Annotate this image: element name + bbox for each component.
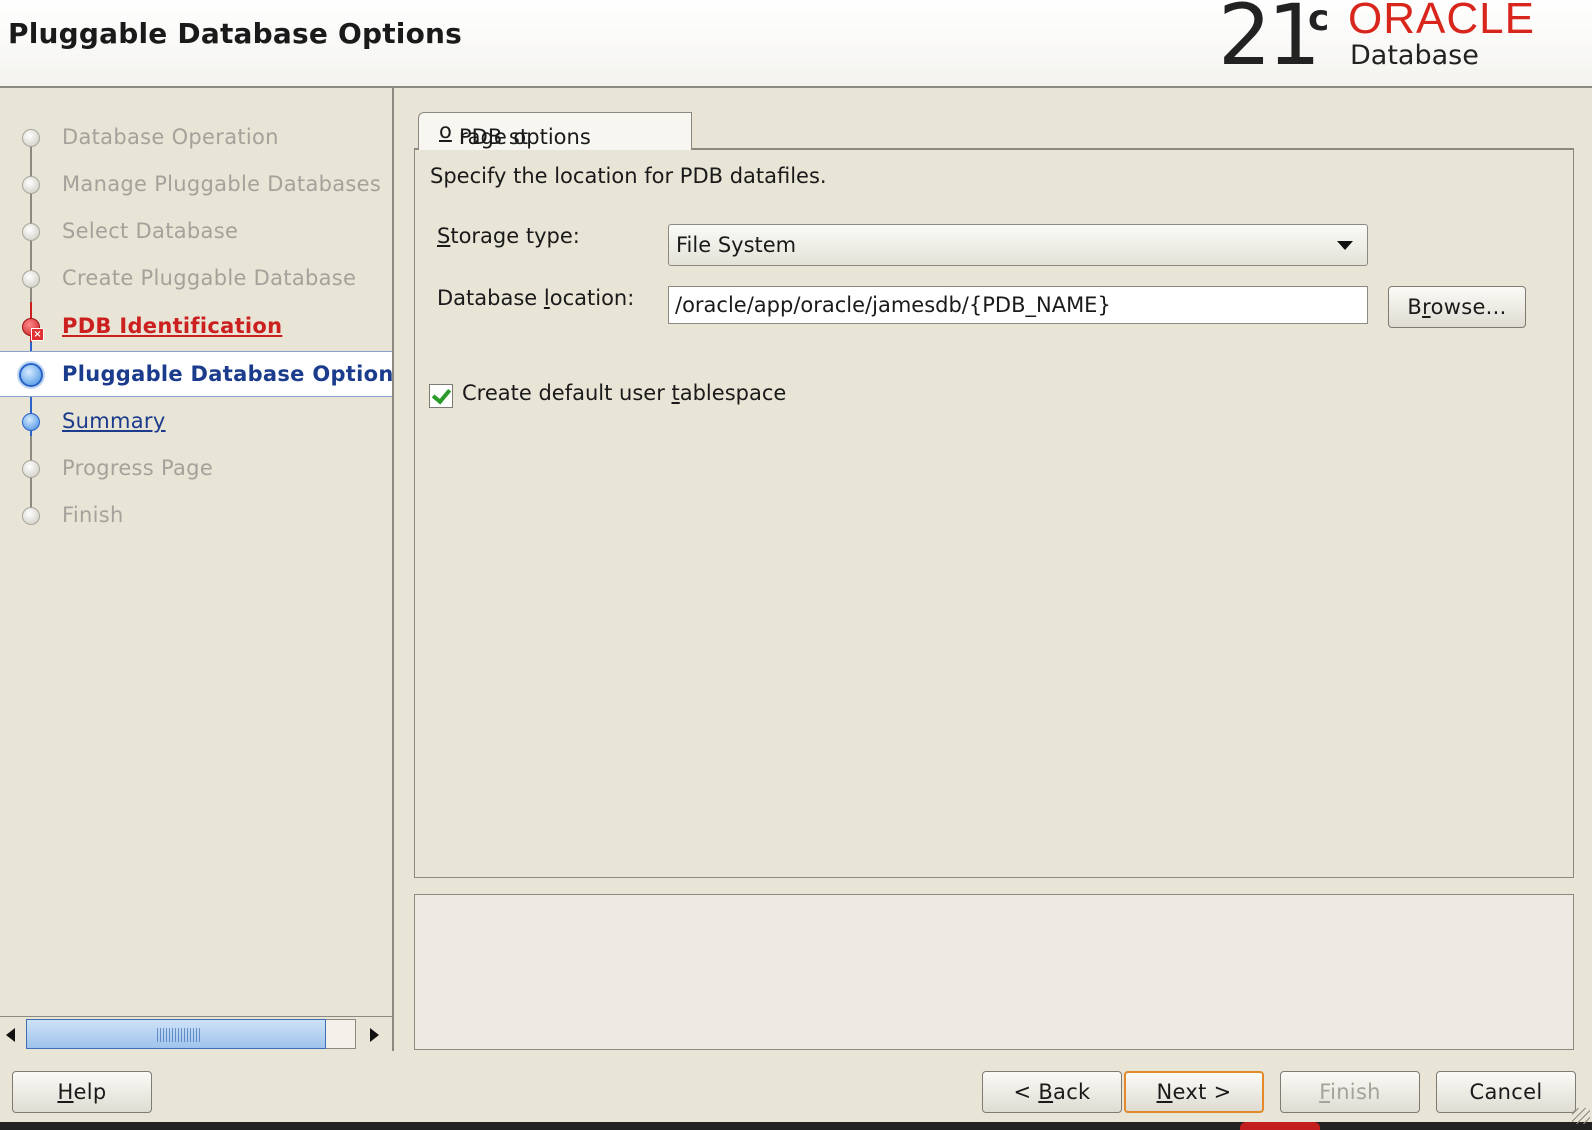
tab-pdb-storage-options[interactable]: PDB st o rage options [418, 112, 692, 150]
finish-button: Finish [1280, 1071, 1420, 1113]
chevron-down-icon [1337, 241, 1353, 250]
step-dot-icon [22, 129, 40, 147]
scroll-right-arrow-icon[interactable] [360, 1021, 388, 1047]
step-database-operation: Database Operation [0, 115, 392, 161]
message-area [414, 894, 1574, 1050]
step-create-pluggable-database: Create Pluggable Database [0, 256, 392, 302]
storage-type-select[interactable]: File System [668, 224, 1368, 266]
step-label: Finish [62, 503, 124, 527]
step-label: Progress Page [62, 456, 214, 480]
step-label: Pluggable Database Options [62, 362, 394, 386]
step-manage-pluggable-databases: Manage Pluggable Databases [0, 162, 392, 208]
error-x-icon: × [31, 328, 44, 341]
scrollbar-thumb[interactable] [26, 1019, 326, 1049]
step-label[interactable]: PDB Identification [62, 314, 282, 338]
step-progress-page: Progress Page [0, 446, 392, 492]
step-select-database: Select Database [0, 209, 392, 255]
step-dot-icon [22, 223, 40, 241]
step-dot-icon [22, 176, 40, 194]
step-label: Select Database [62, 219, 239, 243]
oracle-logo: 21 c ORACLE Database [1218, 0, 1578, 86]
step-dot-icon [22, 460, 40, 478]
step-dot-icon [22, 270, 40, 288]
step-pluggable-database-options: Pluggable Database Options [0, 351, 394, 397]
step-label: Manage Pluggable Databases [62, 172, 382, 196]
header-banner: Pluggable Database Options 21 c ORACLE D… [0, 0, 1592, 88]
instruction-text: Specify the location for PDB datafiles. [430, 164, 827, 188]
logo-product: Database [1350, 40, 1479, 71]
database-location-label: Database location: [437, 286, 635, 310]
logo-version: 21 [1218, 0, 1321, 84]
logo-brand: ORACLE [1348, 0, 1535, 43]
taskbar-indicator [1240, 1122, 1320, 1130]
wizard-steps-nav: Database Operation Manage Pluggable Data… [0, 88, 394, 1051]
nav-horizontal-scrollbar[interactable] [0, 1016, 392, 1050]
cancel-button[interactable]: Cancel [1436, 1071, 1576, 1113]
browse-button[interactable]: Browse... [1388, 286, 1526, 328]
storage-type-value: File System [676, 233, 797, 257]
step-dot-icon [22, 507, 40, 525]
taskbar-strip [0, 1122, 1592, 1130]
storage-type-label: Storage type: [437, 224, 580, 248]
logo-version-sup: c [1308, 0, 1330, 39]
step-label[interactable]: Summary [62, 409, 166, 433]
scrollbar-grip-icon [157, 1028, 201, 1042]
help-button[interactable]: Help [12, 1071, 152, 1113]
scroll-left-arrow-icon[interactable] [2, 1021, 24, 1047]
step-label: Create Pluggable Database [62, 266, 357, 290]
next-button[interactable]: Next > [1124, 1071, 1264, 1113]
default-tablespace-checkbox[interactable] [429, 384, 453, 408]
tab-label: PDB st o rage options [439, 119, 591, 149]
page-title: Pluggable Database Options [8, 17, 463, 50]
step-pdb-identification[interactable]: × PDB Identification [0, 304, 392, 350]
step-summary[interactable]: Summary [0, 399, 392, 445]
step-dot-icon [22, 413, 40, 431]
database-location-input[interactable] [668, 286, 1368, 324]
step-current-dot-icon [19, 363, 43, 387]
step-finish: Finish [0, 493, 392, 539]
resize-grip-icon[interactable] [1572, 1108, 1590, 1124]
default-tablespace-label[interactable]: Create default user tablespace [462, 381, 786, 405]
dbca-window: Pluggable Database Options 21 c ORACLE D… [0, 0, 1592, 1130]
back-button[interactable]: < Back [982, 1071, 1122, 1113]
step-label: Database Operation [62, 125, 279, 149]
